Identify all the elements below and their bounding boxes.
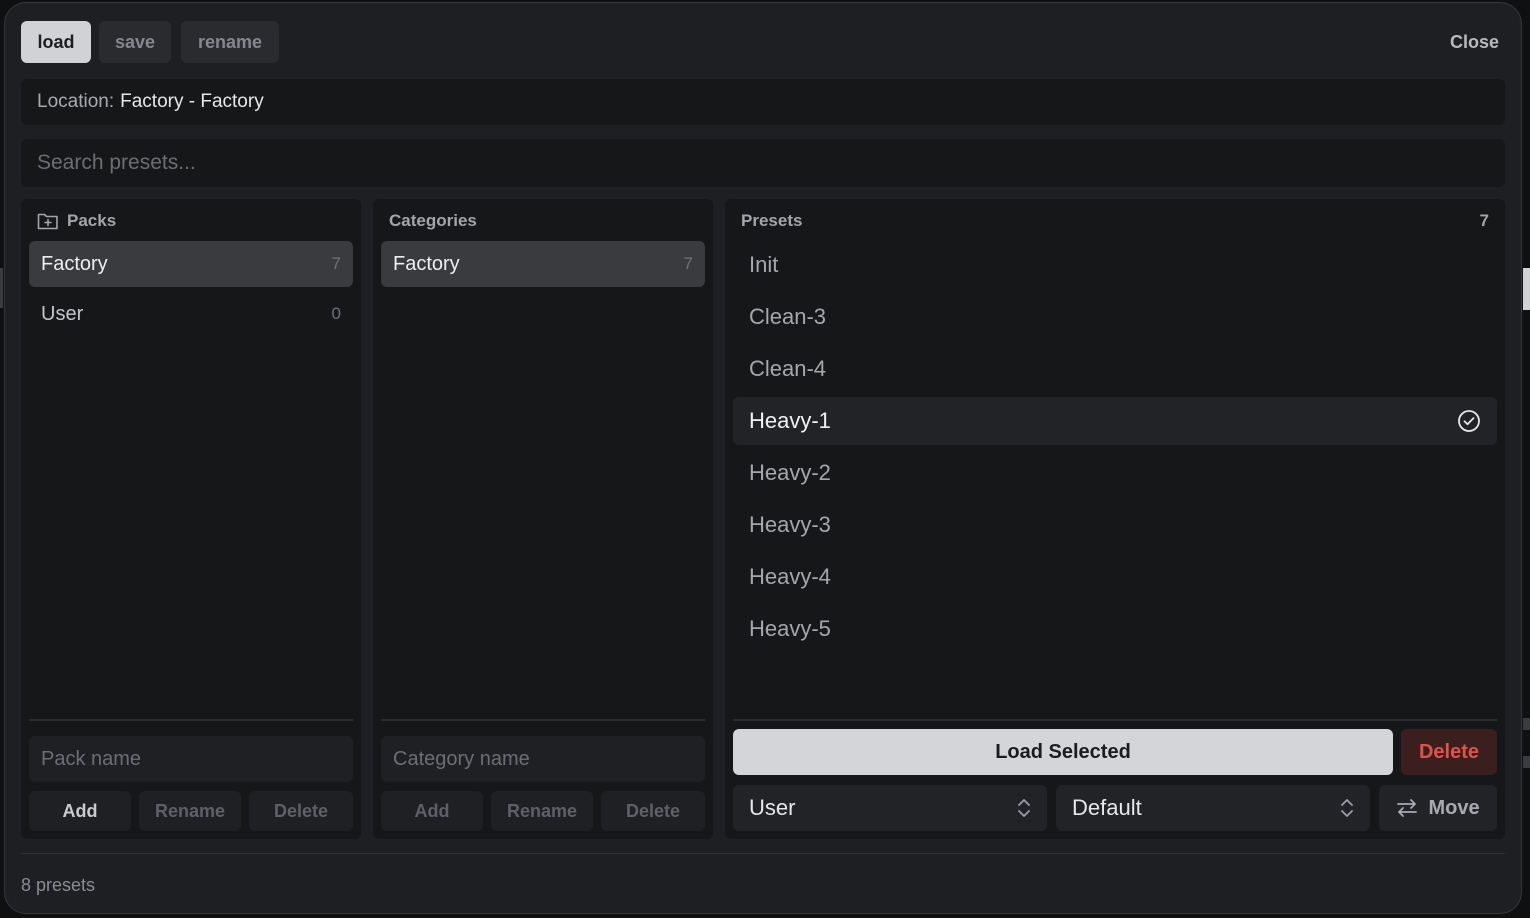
delete-preset-button[interactable]: Delete: [1401, 729, 1497, 775]
category-select-value: Default: [1072, 795, 1142, 820]
category-item-count: 7: [683, 254, 693, 273]
preset-item-clean-4[interactable]: Clean-4: [733, 345, 1497, 393]
location-value: Factory - Factory: [120, 91, 264, 112]
check-circle-icon: [1458, 410, 1480, 432]
preset-item-label: Clean-4: [749, 356, 827, 381]
category-name-input[interactable]: [381, 736, 705, 782]
search-input[interactable]: [21, 139, 1505, 187]
chevron-up-down-icon: [1018, 799, 1030, 817]
add-pack-button[interactable]: Add: [29, 791, 131, 831]
pack-name-input[interactable]: [29, 736, 353, 782]
preset-item-heavy-4[interactable]: Heavy-4: [733, 553, 1497, 601]
packs-divider: [29, 719, 353, 721]
rename-category-button[interactable]: Rename: [491, 791, 593, 831]
categories-title: Categories: [389, 211, 477, 230]
pack-item-factory[interactable]: Factory 7: [29, 241, 353, 287]
move-label: Move: [1428, 796, 1480, 819]
pack-select-value: User: [749, 795, 796, 820]
packs-title: Packs: [67, 211, 117, 230]
swap-arrows-icon: [1397, 799, 1418, 817]
preset-item-label: Init: [749, 252, 779, 277]
pack-item-user[interactable]: User 0: [29, 291, 353, 337]
pack-item-count: 0: [331, 304, 341, 323]
presets-panel: Presets 7 Init Clean-3 Clean-4 Heavy-1 H…: [725, 199, 1505, 839]
pack-item-label: Factory: [41, 252, 108, 275]
preset-item-label: Heavy-3: [749, 512, 831, 537]
footer-divider: [21, 853, 1505, 854]
rename-pack-button[interactable]: Rename: [139, 791, 241, 831]
preset-item-heavy-2[interactable]: Heavy-2: [733, 449, 1497, 497]
preset-item-label: Clean-3: [749, 304, 827, 329]
presets-divider: [733, 719, 1497, 721]
packs-header: Packs: [37, 211, 116, 231]
presets-count: 7: [1479, 211, 1489, 230]
category-item-label: Factory: [393, 252, 460, 275]
presets-title: Presets: [741, 211, 803, 230]
preset-item-label: Heavy-2: [749, 460, 831, 485]
close-button[interactable]: Close: [1450, 21, 1499, 63]
location-bar: Location: Factory - Factory: [21, 79, 1505, 125]
tab-save[interactable]: save: [99, 21, 171, 63]
categories-panel: Categories Factory 7 Add Rename Delete: [373, 199, 713, 839]
category-select[interactable]: Default: [1056, 785, 1370, 831]
tab-load[interactable]: load: [21, 21, 91, 63]
preset-item-init[interactable]: Init: [733, 241, 1497, 289]
pack-item-count: 7: [331, 254, 341, 273]
category-item-factory[interactable]: Factory 7: [381, 241, 705, 287]
presets-header: Presets: [741, 211, 802, 231]
preset-item-label: Heavy-5: [749, 616, 831, 641]
load-selected-button[interactable]: Load Selected: [733, 729, 1393, 775]
categories-divider: [381, 719, 705, 721]
delete-pack-button[interactable]: Delete: [249, 791, 353, 831]
preset-browser-dialog: load save rename Close Location: Factory…: [4, 2, 1522, 914]
delete-category-button[interactable]: Delete: [601, 791, 705, 831]
add-category-button[interactable]: Add: [381, 791, 483, 831]
packs-panel: Packs Factory 7 User 0 Add Rename Delete: [21, 199, 361, 839]
tab-rename[interactable]: rename: [181, 21, 279, 63]
folder-plus-icon: [37, 213, 58, 230]
preset-item-heavy-3[interactable]: Heavy-3: [733, 501, 1497, 549]
footer-status: 8 presets: [21, 875, 96, 895]
pack-select[interactable]: User: [733, 785, 1047, 831]
categories-header: Categories: [389, 211, 477, 231]
location-label: Location:: [37, 91, 115, 112]
preset-item-label: Heavy-4: [749, 564, 831, 589]
preset-item-clean-3[interactable]: Clean-3: [733, 293, 1497, 341]
preset-item-label: Heavy-1: [749, 408, 831, 433]
background-app-edge: [1523, 718, 1530, 730]
background-app-edge: [1523, 268, 1530, 310]
move-button[interactable]: Move: [1379, 785, 1497, 831]
background-app-edge: [0, 268, 3, 308]
background-app-edge: [1523, 756, 1530, 768]
preset-item-heavy-5[interactable]: Heavy-5: [733, 605, 1497, 653]
preset-item-heavy-1[interactable]: Heavy-1: [733, 397, 1497, 445]
pack-item-label: User: [41, 302, 84, 325]
chevron-up-down-icon: [1341, 799, 1353, 817]
